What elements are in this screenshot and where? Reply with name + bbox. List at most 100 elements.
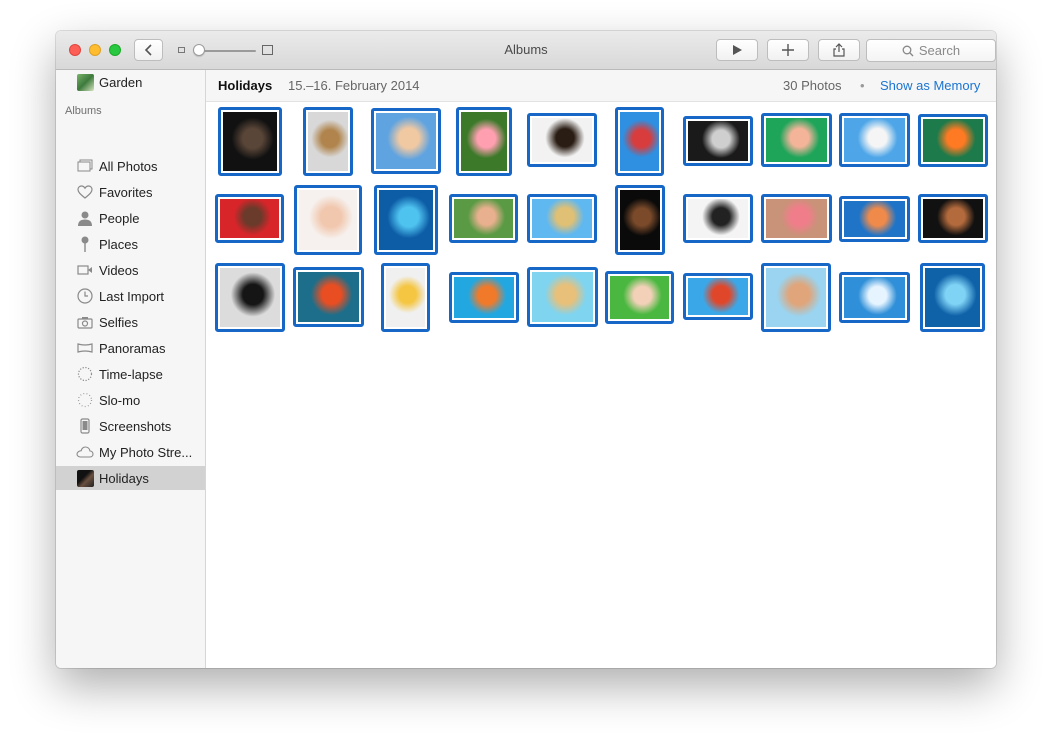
sidebar-item-label: Last Import bbox=[99, 288, 165, 304]
sidebar-item-label: People bbox=[99, 210, 140, 226]
photo-thumbnail[interactable] bbox=[294, 185, 362, 255]
photo-image bbox=[308, 112, 348, 171]
close-button[interactable] bbox=[69, 44, 81, 56]
photo-thumbnail[interactable] bbox=[449, 272, 519, 323]
photo-thumbnail[interactable] bbox=[293, 267, 364, 327]
person-icon bbox=[76, 209, 94, 227]
minimize-button[interactable] bbox=[89, 44, 101, 56]
photo-thumbnail[interactable] bbox=[761, 113, 832, 167]
sidebar-item-label: My Photo Stre... bbox=[99, 444, 193, 460]
photo-thumbnail[interactable] bbox=[918, 194, 988, 243]
photo-thumbnail[interactable] bbox=[303, 107, 353, 176]
sidebar-item-label: Holidays bbox=[99, 470, 149, 486]
play-icon bbox=[733, 45, 742, 55]
photo-count: 30 Photos bbox=[783, 78, 842, 93]
photo-thumbnail[interactable] bbox=[683, 194, 753, 243]
photo-thumbnail[interactable] bbox=[449, 194, 518, 243]
sidebar-item-slo-mo[interactable]: Slo-mo bbox=[56, 388, 205, 412]
sidebar-item-garden[interactable]: Garden bbox=[56, 70, 205, 94]
photo-image bbox=[454, 277, 514, 318]
photo-thumbnail[interactable] bbox=[374, 185, 438, 255]
sidebar-item-holidays[interactable]: Holidays bbox=[56, 466, 205, 490]
photo-thumbnail[interactable] bbox=[615, 107, 664, 176]
phone-icon bbox=[76, 417, 94, 435]
photo-image bbox=[844, 201, 905, 237]
photo-image bbox=[379, 190, 433, 250]
slider-track[interactable] bbox=[196, 50, 256, 52]
share-button[interactable] bbox=[818, 39, 860, 61]
sidebar-item-selfies[interactable]: Selfies bbox=[56, 310, 205, 334]
panorama-icon bbox=[76, 339, 94, 357]
video-icon bbox=[76, 261, 94, 279]
photo-image bbox=[299, 190, 357, 250]
album-thumbnail-icon bbox=[76, 469, 94, 487]
photo-image bbox=[688, 199, 748, 238]
photo-thumbnail[interactable] bbox=[605, 271, 674, 324]
photo-thumbnail[interactable] bbox=[920, 263, 985, 332]
sidebar-item-places[interactable]: Places bbox=[56, 232, 205, 256]
photo-image bbox=[223, 112, 277, 171]
photo-thumbnail[interactable] bbox=[839, 196, 910, 242]
photo-thumbnail[interactable] bbox=[615, 185, 665, 255]
sidebar-item-panoramas[interactable]: Panoramas bbox=[56, 336, 205, 360]
sidebar-item-label: Selfies bbox=[99, 314, 139, 330]
slider-thumb[interactable] bbox=[193, 44, 205, 56]
sidebar-item-people[interactable]: People bbox=[56, 206, 205, 230]
photo-thumbnail[interactable] bbox=[918, 114, 988, 167]
sidebar-item-label: Screenshots bbox=[99, 418, 172, 434]
sidebar-item-time-lapse[interactable]: Time-lapse bbox=[56, 362, 205, 386]
photo-thumbnail[interactable] bbox=[371, 108, 441, 174]
separator-dot: • bbox=[860, 78, 865, 93]
photo-thumbnail[interactable] bbox=[683, 273, 753, 320]
photo-thumbnail[interactable] bbox=[761, 194, 832, 243]
photo-grid bbox=[206, 101, 996, 668]
photo-thumbnail[interactable] bbox=[839, 113, 910, 167]
sidebar-item-favorites[interactable]: Favorites bbox=[56, 180, 205, 204]
photo-image bbox=[532, 199, 592, 238]
photo-thumbnail[interactable] bbox=[527, 194, 597, 243]
photo-image bbox=[298, 272, 359, 322]
zoom-button[interactable] bbox=[109, 44, 121, 56]
back-button[interactable] bbox=[134, 39, 163, 61]
photo-image bbox=[766, 268, 826, 327]
photo-thumbnail[interactable] bbox=[381, 263, 430, 332]
photo-thumbnail[interactable] bbox=[215, 263, 285, 332]
sidebar-section-albums: Albums bbox=[65, 105, 102, 117]
photo-thumbnail[interactable] bbox=[839, 272, 910, 323]
photo-thumbnail[interactable] bbox=[761, 263, 831, 332]
sidebar-item-label: Panoramas bbox=[99, 340, 166, 356]
sidebar-item-label: All Photos bbox=[99, 158, 158, 174]
photo-thumbnail[interactable] bbox=[683, 116, 753, 166]
cloud-icon bbox=[76, 443, 94, 461]
show-as-memory-link[interactable]: Show as Memory bbox=[880, 78, 980, 93]
search-icon bbox=[902, 45, 914, 56]
search-field[interactable]: Search bbox=[866, 39, 996, 62]
slideshow-button[interactable] bbox=[716, 39, 758, 61]
photo-thumbnail[interactable] bbox=[456, 107, 512, 176]
timelapse-icon bbox=[76, 365, 94, 383]
photo-thumbnail[interactable] bbox=[215, 194, 284, 243]
photo-thumbnail[interactable] bbox=[527, 267, 598, 327]
sidebar-item-videos[interactable]: Videos bbox=[56, 258, 205, 282]
photo-image bbox=[610, 276, 669, 319]
sidebar-item-label: Videos bbox=[99, 262, 139, 278]
photo-image bbox=[220, 199, 279, 238]
photo-image bbox=[923, 199, 983, 238]
heart-icon bbox=[76, 183, 94, 201]
sidebar-item-all-photos[interactable]: All Photos bbox=[56, 154, 205, 178]
sidebar-item-label: Places bbox=[99, 236, 139, 252]
photo-image bbox=[461, 112, 507, 171]
photo-thumbnail[interactable] bbox=[218, 107, 282, 176]
sidebar-item-screenshots[interactable]: Screenshots bbox=[56, 414, 205, 438]
sidebar-item-label: Garden bbox=[99, 74, 143, 90]
sidebar-item-my-photo-stream[interactable]: My Photo Stre... bbox=[56, 440, 205, 464]
photo-thumbnail[interactable] bbox=[527, 113, 597, 167]
sidebar-item-last-import[interactable]: Last Import bbox=[56, 284, 205, 308]
add-button[interactable] bbox=[767, 39, 809, 61]
share-icon bbox=[833, 43, 845, 57]
thumbnail-size-slider[interactable] bbox=[176, 43, 276, 59]
title-bar: Albums Search bbox=[56, 31, 996, 70]
plus-icon bbox=[782, 44, 794, 56]
photo-image bbox=[454, 199, 513, 238]
sidebar-item-label: Favorites bbox=[99, 184, 153, 200]
